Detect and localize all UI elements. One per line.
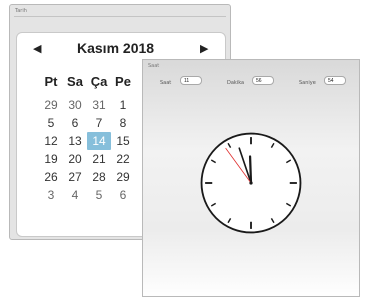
time-panel: Saat Saat 11 Dakika 56 Saniye 54 bbox=[142, 59, 360, 297]
weekday-label: Pt bbox=[44, 74, 58, 89]
calendar-day[interactable]: 31 bbox=[87, 96, 111, 114]
second-input[interactable]: 54 bbox=[324, 76, 346, 85]
minute-label: Dakika bbox=[227, 80, 245, 86]
calendar-day[interactable]: 7 bbox=[87, 114, 111, 132]
time-panel-title: Saat bbox=[148, 63, 160, 69]
calendar-day[interactable]: 6 bbox=[111, 186, 135, 204]
calendar-day[interactable]: 29 bbox=[111, 168, 135, 186]
second-label: Saniye bbox=[299, 80, 316, 86]
date-panel-divider bbox=[14, 16, 226, 17]
calendar-day[interactable]: 1 bbox=[111, 96, 135, 114]
calendar-day[interactable]: 12 bbox=[39, 132, 63, 150]
calendar-day[interactable]: 26 bbox=[39, 168, 63, 186]
weekday-label: Sa bbox=[67, 74, 83, 89]
calendar-day[interactable]: 8 bbox=[111, 114, 135, 132]
analog-clock bbox=[200, 132, 302, 234]
next-month-icon[interactable]: ▶ bbox=[200, 43, 208, 55]
hour-label: Saat bbox=[160, 80, 172, 86]
calendar-day[interactable]: 20 bbox=[63, 150, 87, 168]
month-title: Kasım 2018 bbox=[77, 40, 155, 56]
calendar-day[interactable]: 22 bbox=[111, 150, 135, 168]
minute-input[interactable]: 56 bbox=[252, 76, 274, 85]
calendar-day[interactable]: 27 bbox=[63, 168, 87, 186]
date-panel-title: Tarih bbox=[15, 8, 27, 14]
calendar-day[interactable]: 21 bbox=[87, 150, 111, 168]
calendar-day[interactable]: 3 bbox=[39, 186, 63, 204]
calendar-day[interactable]: 19 bbox=[39, 150, 63, 168]
calendar-day[interactable]: 28 bbox=[87, 168, 111, 186]
calendar-day[interactable]: 13 bbox=[63, 132, 87, 150]
calendar-day[interactable]: 5 bbox=[87, 186, 111, 204]
calendar-day[interactable]: 6 bbox=[63, 114, 87, 132]
calendar-day[interactable]: 15 bbox=[111, 132, 135, 150]
calendar-day[interactable]: 4 bbox=[63, 186, 87, 204]
calendar-day[interactable]: 5 bbox=[39, 114, 63, 132]
previous-month-icon[interactable]: ◀ bbox=[33, 43, 41, 55]
hour-input[interactable]: 11 bbox=[180, 76, 202, 85]
selected-calendar-day[interactable]: 14 bbox=[87, 132, 111, 150]
clock-center-pin bbox=[249, 181, 253, 185]
weekday-label: Ça bbox=[90, 74, 108, 89]
calendar-day[interactable]: 30 bbox=[63, 96, 87, 114]
calendar-day[interactable]: 29 bbox=[39, 96, 63, 114]
weekday-label: Pe bbox=[115, 74, 131, 89]
